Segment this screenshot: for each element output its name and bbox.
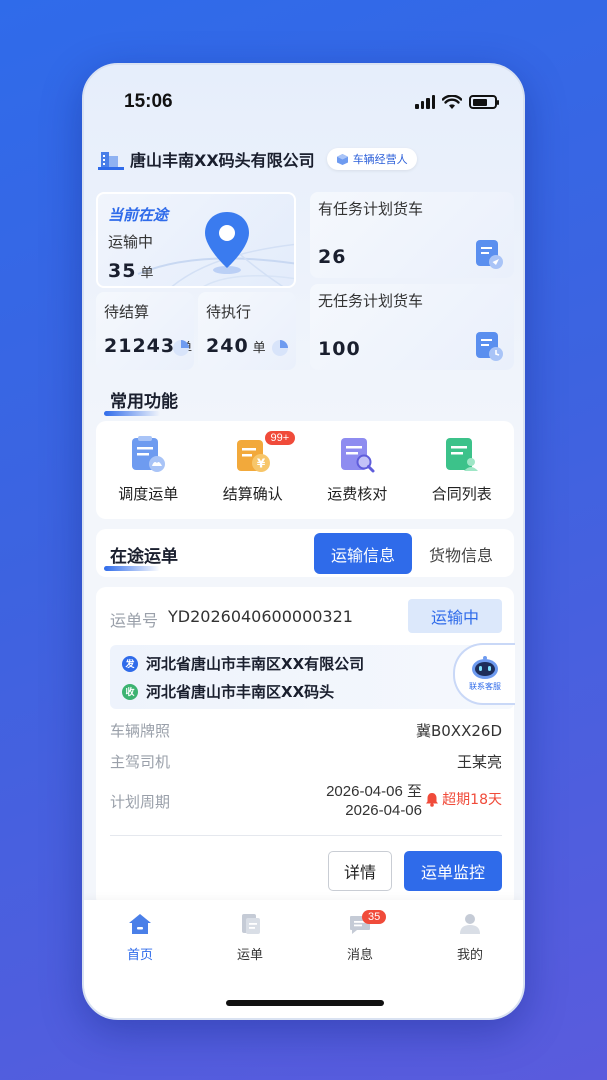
- waybill-monitor-button[interactable]: 运单监控: [404, 851, 502, 891]
- without-plan-value: 100: [318, 338, 361, 360]
- function-dispatch[interactable]: 调度运单: [96, 421, 201, 519]
- tab-label: 运单: [236, 948, 263, 963]
- function-label: 结算确认: [222, 485, 283, 503]
- without-plan-trucks-card[interactable]: 无任务计划货车 100: [310, 284, 514, 370]
- tab-profile[interactable]: 我的: [430, 912, 510, 963]
- pending-exec-value: 240 单: [206, 335, 266, 357]
- profile-icon: [460, 914, 480, 934]
- waybill-icon: [242, 914, 260, 934]
- plan-clock-icon: [476, 332, 503, 361]
- pending-settle-label: 待结算: [104, 303, 150, 321]
- common-functions-title: 常用功能: [104, 387, 178, 416]
- wifi-icon: [442, 94, 462, 109]
- destination-row: 收 河北省唐山市丰南区XX码头: [122, 681, 334, 702]
- period-start: 2026-04-06 至: [326, 783, 422, 800]
- current-transit-value: 35 单: [108, 260, 154, 282]
- waybill-card[interactable]: 运单号 YD2026040600000321 运输中 发 河北省唐山市丰南区XX…: [96, 587, 515, 907]
- tab-label: 消息: [346, 948, 373, 963]
- status-icons: [415, 94, 499, 110]
- customer-service-label: 联系客服: [469, 682, 501, 691]
- status-time: 15:06: [124, 91, 173, 112]
- with-plan-trucks-card[interactable]: 有任务计划货车 26: [310, 192, 514, 278]
- period-end: 2026-04-06: [345, 802, 422, 819]
- pending-settle-card[interactable]: 待结算 21243单: [96, 292, 194, 370]
- bottom-tab-bar: 首页 运单 35 消息 我的: [84, 900, 523, 1018]
- period-label: 计划周期: [110, 793, 171, 811]
- bell-icon: [426, 792, 439, 807]
- driver-label: 主驾司机: [110, 753, 171, 771]
- cellular-signal-icon: [415, 95, 435, 109]
- robot-icon: [472, 656, 498, 679]
- tab-label: 首页: [126, 948, 153, 963]
- plan-send-icon: [476, 240, 503, 269]
- function-freight-check[interactable]: 运费核对: [305, 421, 410, 519]
- company-header: 唐山丰南XX码头有限公司 车辆经营人: [98, 147, 417, 171]
- plate-label: 车辆牌照: [110, 722, 171, 740]
- status-bar: 15:06: [84, 87, 523, 117]
- plate-value: 冀B0XX26D: [415, 722, 502, 740]
- svg-text:¥: ¥: [257, 457, 266, 471]
- pie-chart-icon: [272, 340, 288, 356]
- tab-home[interactable]: 首页: [100, 912, 180, 963]
- role-label: 车辆经营人: [352, 153, 408, 166]
- origin-row: 发 河北省唐山市丰南区XX有限公司: [122, 653, 364, 674]
- phone-frame: 15:06 唐山丰南XX码头有限公司 车辆经营人 当前在途 运输中 35 单 待…: [82, 63, 525, 1020]
- freight-check-icon: [341, 438, 375, 473]
- detail-button[interactable]: 详情: [328, 851, 392, 891]
- location-pin-icon: [205, 212, 249, 274]
- in-transit-header: 在途运单 运输信息 货物信息: [96, 529, 514, 577]
- message-badge: 35: [362, 910, 387, 924]
- tab-cargo-info[interactable]: 货物信息: [412, 533, 510, 574]
- without-plan-label: 无任务计划货车: [318, 292, 424, 310]
- destination-address: 河北省唐山市丰南区XX码头: [146, 683, 335, 701]
- tab-label: 我的: [456, 948, 483, 963]
- with-plan-value: 26: [318, 246, 347, 268]
- function-label: 调度运单: [118, 485, 179, 503]
- home-icon: [129, 914, 151, 934]
- in-transit-title: 在途运单: [104, 542, 178, 571]
- overdue-tag: 超期18天: [425, 789, 502, 809]
- origin-dot: 发: [122, 655, 138, 672]
- waybill-no-label: 运单号: [110, 611, 159, 630]
- status-badge[interactable]: 运输中: [408, 599, 502, 633]
- tab-messages[interactable]: 35 消息: [320, 910, 400, 963]
- route-box: 发 河北省唐山市丰南区XX有限公司 收 河北省唐山市丰南区XX码头 联系客服: [110, 643, 515, 709]
- function-label: 运费核对: [327, 485, 388, 503]
- common-functions-panel: 调度运单 ¥ 99+ 结算确认 运费核对 合同列表: [96, 421, 514, 519]
- battery-icon: [469, 95, 499, 109]
- tab-transport-info[interactable]: 运输信息: [314, 533, 412, 574]
- overdue-text: 超期18天: [442, 792, 502, 808]
- building-icon: [98, 152, 124, 170]
- home-indicator: [226, 1000, 384, 1006]
- with-plan-label: 有任务计划货车: [318, 200, 424, 218]
- function-badge: 99+: [264, 431, 296, 445]
- pending-exec-card[interactable]: 待执行 240 单: [198, 292, 296, 370]
- stats-panel: 当前在途 运输中 35单 待结算 21243单 待执行 240单: [96, 192, 514, 370]
- pending-exec-label: 待执行: [206, 303, 252, 321]
- contract-icon: [445, 438, 478, 471]
- origin-address: 河北省唐山市丰南区XX有限公司: [146, 655, 365, 673]
- function-contract-list[interactable]: 合同列表: [410, 421, 515, 519]
- customer-service-button[interactable]: 联系客服: [453, 643, 515, 705]
- current-transit-card[interactable]: 当前在途 运输中 35 单: [96, 192, 296, 288]
- tab-waybill[interactable]: 运单: [210, 912, 290, 963]
- divider: [110, 835, 502, 836]
- destination-dot: 收: [122, 683, 138, 700]
- cube-icon: [336, 153, 348, 165]
- function-label: 合同列表: [431, 485, 492, 503]
- waybill-no: YD2026040600000321: [168, 607, 353, 626]
- company-name[interactable]: 唐山丰南XX码头有限公司: [130, 147, 315, 171]
- dispatch-icon: [132, 436, 166, 472]
- current-transit-title: 当前在途: [108, 206, 169, 224]
- driver-value: 王某亮: [456, 753, 502, 771]
- current-transit-label: 运输中: [108, 233, 154, 251]
- role-badge[interactable]: 车辆经营人: [326, 148, 417, 170]
- pie-chart-icon: [173, 340, 189, 356]
- function-settlement[interactable]: ¥ 99+ 结算确认: [201, 421, 306, 519]
